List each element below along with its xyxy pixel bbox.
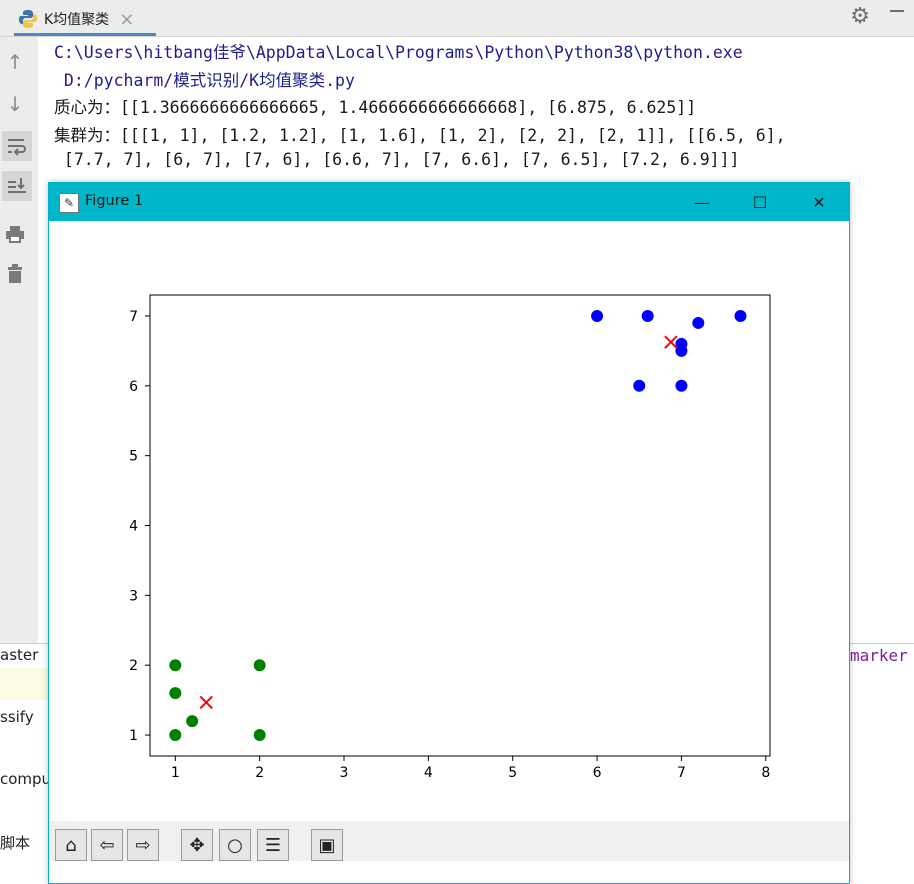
minimize-button[interactable]: —: [689, 189, 715, 215]
console-line: [7.7, 7], [6, 7], [7, 6], [6.6, 7], [7, …: [54, 150, 740, 169]
y-tick-label: 4: [129, 519, 138, 535]
data-point: [169, 659, 182, 672]
data-point: [591, 309, 604, 322]
run-toolstrip: ↑ ↓: [0, 37, 39, 643]
data-point: [633, 379, 646, 392]
axes-frame: [149, 294, 771, 757]
x-tick-label: 1: [171, 765, 180, 781]
figure-title: Figure 1: [85, 193, 144, 209]
data-point: [169, 687, 182, 700]
run-tab[interactable]: K均值聚类 ×: [18, 4, 134, 34]
x-tick-label: 4: [424, 765, 433, 781]
close-button[interactable]: ✕: [806, 189, 832, 215]
editor-fragment: marker: [850, 646, 908, 665]
gear-icon[interactable]: ⚙: [850, 4, 870, 29]
y-tick-label: 1: [129, 728, 138, 744]
run-tab-label: K均值聚类: [44, 12, 110, 28]
y-tick-label: 3: [129, 588, 138, 604]
y-tick-label: 6: [129, 379, 138, 395]
console-line: D:/pycharm/模式识别/K均值聚类.py: [54, 71, 355, 90]
y-tick-label: 5: [129, 449, 138, 465]
forward-icon[interactable]: ⇨: [127, 829, 159, 861]
matplotlib-icon: ✎: [59, 193, 79, 213]
editor-fragment: ssify: [0, 708, 34, 726]
y-tick-label: 7: [129, 309, 138, 325]
arrow-up-icon[interactable]: ↑: [0, 47, 30, 77]
figure-window: ✎ Figure 1 — ☐ ✕ 1 2 3 4 5 6 7 8 1 2 3 4 5 6 7 ⌂ ⇦ ⇨ ✥…: [48, 182, 850, 884]
pan-icon[interactable]: ✥: [181, 829, 213, 861]
active-tab-indicator: [14, 33, 156, 36]
print-icon[interactable]: [0, 219, 30, 249]
data-point: [692, 316, 705, 329]
x-tick-label: 3: [340, 765, 349, 781]
console-line: 质心为：[[1.3666666666666665, 1.466666666666…: [54, 98, 697, 117]
x-tick-label: 2: [255, 765, 264, 781]
soft-wrap-icon[interactable]: [2, 131, 32, 161]
data-point: [734, 309, 747, 322]
scroll-to-end-icon[interactable]: [2, 171, 32, 201]
data-point: [641, 309, 654, 322]
close-tab-icon[interactable]: ×: [119, 9, 134, 30]
centroid-marker: [199, 695, 213, 710]
save-icon[interactable]: ▣: [311, 829, 343, 861]
python-icon: [19, 10, 37, 28]
data-point: [169, 729, 182, 742]
maximize-button[interactable]: ☐: [747, 189, 773, 215]
zoom-icon[interactable]: ○: [219, 829, 251, 861]
run-tab-bar: K均值聚类 × ⚙: [0, 0, 914, 37]
home-icon[interactable]: ⌂: [55, 829, 87, 861]
current-line-highlight: [0, 668, 48, 700]
x-tick-label: 5: [508, 765, 517, 781]
x-tick-label: 8: [761, 765, 770, 781]
figure-titlebar[interactable]: ✎ Figure 1 — ☐ ✕: [49, 183, 849, 221]
matplotlib-toolbar: ⌂ ⇦ ⇨ ✥ ○ ☰ ▣: [49, 821, 849, 861]
data-point: [253, 729, 266, 742]
scatter-plot[interactable]: 1 2 3 4 5 6 7 8 1 2 3 4 5 6 7: [49, 221, 849, 821]
x-tick-label: 7: [677, 765, 686, 781]
centroid-marker: [664, 335, 678, 349]
editor-fragment: aster: [0, 646, 39, 664]
data-point: [186, 715, 199, 728]
data-point: [675, 379, 688, 392]
console-line: 集群为：[[[1, 1], [1.2, 1.2], [1, 1.6], [1, …: [54, 126, 786, 145]
arrow-down-icon[interactable]: ↓: [0, 89, 30, 119]
data-point: [675, 344, 688, 357]
editor-fragment: 脚本: [0, 834, 31, 852]
data-point: [253, 659, 266, 672]
editor-fragment: compu: [0, 770, 52, 788]
x-tick-label: 6: [593, 765, 602, 781]
console-line: C:\Users\hitbang佳爷\AppData\Local\Program…: [54, 43, 743, 62]
y-tick-label: 2: [129, 658, 138, 674]
trash-icon[interactable]: [0, 259, 30, 289]
subplots-config-icon[interactable]: ☰: [257, 829, 289, 861]
back-icon[interactable]: ⇦: [91, 829, 123, 861]
hide-panel-icon[interactable]: [890, 10, 904, 12]
